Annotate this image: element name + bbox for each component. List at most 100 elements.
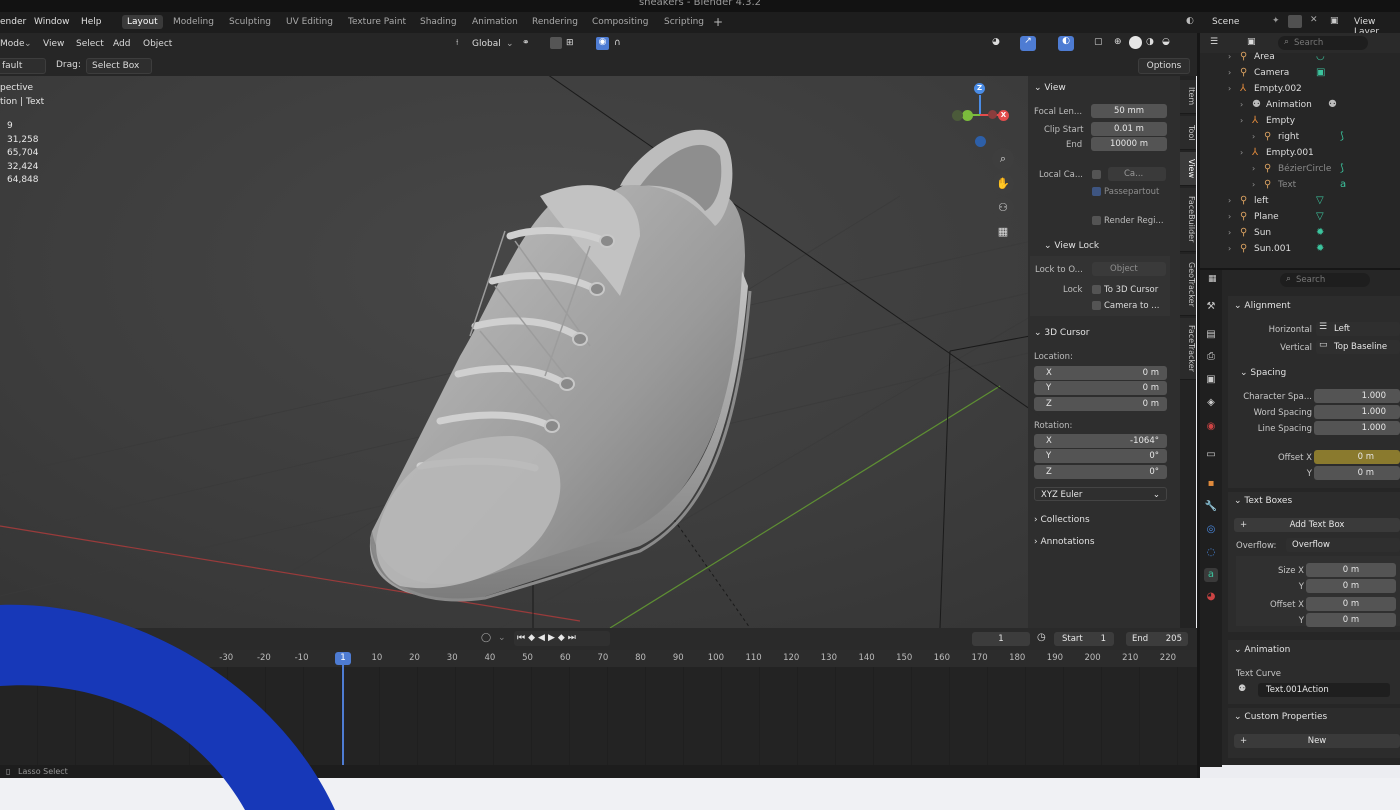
wireframe-shading-icon[interactable]: ⊕ <box>1114 37 1122 47</box>
animation-data-icon[interactable]: ⚉ <box>1328 99 1337 110</box>
outliner-row[interactable]: › ⚲ Area ◡ <box>1200 50 1400 66</box>
expand-arrow-icon[interactable]: › <box>1228 244 1231 253</box>
neg-y-axis-icon[interactable] <box>988 110 997 119</box>
tab-rendering[interactable]: Rendering <box>532 17 578 27</box>
tab-facebuilder[interactable]: FaceBuilder <box>1180 188 1196 252</box>
physics-tab-icon[interactable]: ◌ <box>1204 546 1218 560</box>
outliner-row[interactable]: › ⚲ Sun.001 ✹ <box>1200 242 1400 258</box>
cursor-location-x-field[interactable]: X 0 m <box>1034 366 1167 380</box>
scene-selector[interactable]: Scene <box>1212 17 1239 27</box>
particles-tab-icon[interactable]: ◎ <box>1204 523 1218 537</box>
expand-arrow-icon[interactable]: › <box>1240 100 1243 109</box>
visibility-icon[interactable]: ◕ <box>992 37 1000 47</box>
local-camera-checkbox[interactable] <box>1092 170 1101 179</box>
3d-viewport[interactable]: pective tion | Text 9 31,258 65,704 32,4… <box>0 76 1185 628</box>
box-offset-x-field[interactable]: 0 m <box>1306 597 1396 611</box>
close-icon[interactable]: ✕ <box>1310 15 1318 25</box>
new-property-button[interactable]: + New <box>1234 734 1400 748</box>
size-y-field[interactable]: 0 m <box>1306 579 1396 593</box>
menu-select[interactable]: Select <box>76 39 104 49</box>
offset-x-field[interactable]: 0 m <box>1314 450 1400 464</box>
modifier-tab-icon[interactable]: 🔧 <box>1204 500 1218 514</box>
rotation-mode-dropdown[interactable]: XYZ Euler ⌄ <box>1034 487 1167 501</box>
orientation-selector[interactable]: Global <box>472 39 501 49</box>
perspective-grid-icon[interactable]: ▦ <box>992 221 1014 243</box>
tab-item[interactable]: Item <box>1180 80 1196 114</box>
expand-arrow-icon[interactable]: › <box>1252 164 1255 173</box>
render-tab-icon[interactable]: ▤ <box>1204 328 1218 342</box>
overlay-toggle-icon[interactable]: ◐ <box>1058 36 1074 51</box>
menu-view[interactable]: View <box>43 39 64 49</box>
current-frame-field[interactable]: 1 <box>972 632 1030 646</box>
expand-arrow-icon[interactable]: › <box>1228 68 1231 77</box>
annotations-header[interactable]: › Annotations <box>1034 537 1095 547</box>
filter-icon[interactable]: ▣ <box>1247 37 1256 47</box>
focal-length-field[interactable]: 50 mm <box>1091 104 1167 118</box>
neg-x-axis-icon[interactable] <box>952 110 963 121</box>
material-shading-icon[interactable]: ◑ <box>1146 37 1154 47</box>
outliner-row[interactable]: › ⚲ Text a <box>1200 178 1400 194</box>
rendered-shading-icon[interactable]: ◒ <box>1162 37 1170 47</box>
tab-tool[interactable]: Tool <box>1180 116 1196 150</box>
3d-cursor-header[interactable]: ⌄ 3D Cursor <box>1034 328 1090 338</box>
pivot-icon[interactable]: ⚭ <box>522 38 530 48</box>
add-text-box-button[interactable]: + Add Text Box <box>1234 518 1400 532</box>
clock-icon[interactable]: ◷ <box>1037 632 1046 643</box>
outliner-row[interactable]: › ⚲ Plane ▽ <box>1200 210 1400 226</box>
properties-search-input[interactable]: Search <box>1280 273 1370 287</box>
text-data-icon[interactable]: a <box>1340 179 1346 190</box>
mesh-data-icon[interactable]: ▽ <box>1316 211 1324 222</box>
text-curve-action-field[interactable]: Text.001Action <box>1258 683 1390 697</box>
expand-arrow-icon[interactable]: › <box>1228 52 1231 61</box>
spacing-header[interactable]: ⌄ Spacing <box>1240 368 1286 378</box>
cursor-rotation-y-field[interactable]: Y 0° <box>1034 449 1167 463</box>
outliner-search-input[interactable]: Search <box>1278 36 1368 50</box>
data-text-tab-icon[interactable]: a <box>1204 568 1218 582</box>
curve-data-icon[interactable]: ⟆ <box>1340 131 1344 142</box>
expand-arrow-icon[interactable]: › <box>1228 228 1231 237</box>
scene-tab-icon[interactable]: ◈ <box>1204 396 1218 410</box>
start-frame-field[interactable]: Start 1 <box>1054 632 1114 646</box>
keying-icon[interactable]: ◯ <box>481 633 491 643</box>
mode-selector[interactable]: Mode <box>0 39 25 49</box>
view-lock-header[interactable]: ⌄ View Lock <box>1044 241 1099 251</box>
view-section-header[interactable]: ⌄ View <box>1034 83 1066 93</box>
sun-data-icon[interactable]: ✹ <box>1316 227 1324 238</box>
output-tab-icon[interactable]: ⎙ <box>1204 350 1218 364</box>
zoom-icon[interactable]: ⌕ <box>992 148 1014 170</box>
overflow-dropdown[interactable]: Overflow <box>1286 538 1400 552</box>
view-layer-tab-icon[interactable]: ▣ <box>1204 373 1218 387</box>
gizmo-toggle-icon[interactable]: ↗ <box>1020 36 1036 51</box>
world-tab-icon[interactable]: ◉ <box>1204 420 1218 434</box>
tab-animation[interactable]: Animation <box>472 17 518 27</box>
cursor-location-z-field[interactable]: Z 0 m <box>1034 397 1167 411</box>
outliner-row[interactable]: › ⚲ right ⟆ <box>1200 130 1400 146</box>
menu-help[interactable]: Help <box>81 17 102 27</box>
snap-icon[interactable] <box>550 37 562 49</box>
tool-tab-icon[interactable]: ⚒ <box>1204 300 1218 314</box>
navigation-gizmo[interactable]: Z X <box>950 81 1010 151</box>
camera-to-view-checkbox[interactable] <box>1092 301 1101 310</box>
material-tab-icon[interactable]: ◕ <box>1204 590 1218 604</box>
tab-layout[interactable]: Layout <box>122 15 163 29</box>
playhead-line[interactable] <box>342 665 344 765</box>
y-axis-icon[interactable] <box>962 110 973 121</box>
z-axis-icon[interactable]: Z <box>974 83 985 94</box>
camera-view-icon[interactable]: ⚇ <box>992 197 1014 219</box>
outliner-row[interactable]: › ⅄ Empty.001 <box>1200 146 1400 162</box>
add-workspace-button[interactable]: + <box>713 15 723 29</box>
outliner-row[interactable]: › ⚲ Sun ✹ <box>1200 226 1400 242</box>
tab-compositing[interactable]: Compositing <box>592 17 648 27</box>
lock-to-object-field[interactable]: Object <box>1092 262 1166 276</box>
tab-facetracker[interactable]: FaceTracker <box>1180 318 1196 380</box>
tab-sculpting[interactable]: Sculpting <box>229 17 271 27</box>
expand-arrow-icon[interactable]: › <box>1228 84 1231 93</box>
clip-end-field[interactable]: 10000 m <box>1091 137 1167 151</box>
tab-geotracker[interactable]: GeoTracker <box>1180 254 1196 316</box>
tab-uv-editing[interactable]: UV Editing <box>286 17 333 27</box>
jump-end-icon[interactable]: ⏭ <box>568 633 579 643</box>
tab-scripting[interactable]: Scripting <box>664 17 704 27</box>
xray-icon[interactable]: ▢ <box>1094 37 1103 47</box>
text-boxes-header[interactable]: ⌄ Text Boxes <box>1234 496 1292 506</box>
object-tab-icon[interactable]: ▪ <box>1204 477 1218 491</box>
